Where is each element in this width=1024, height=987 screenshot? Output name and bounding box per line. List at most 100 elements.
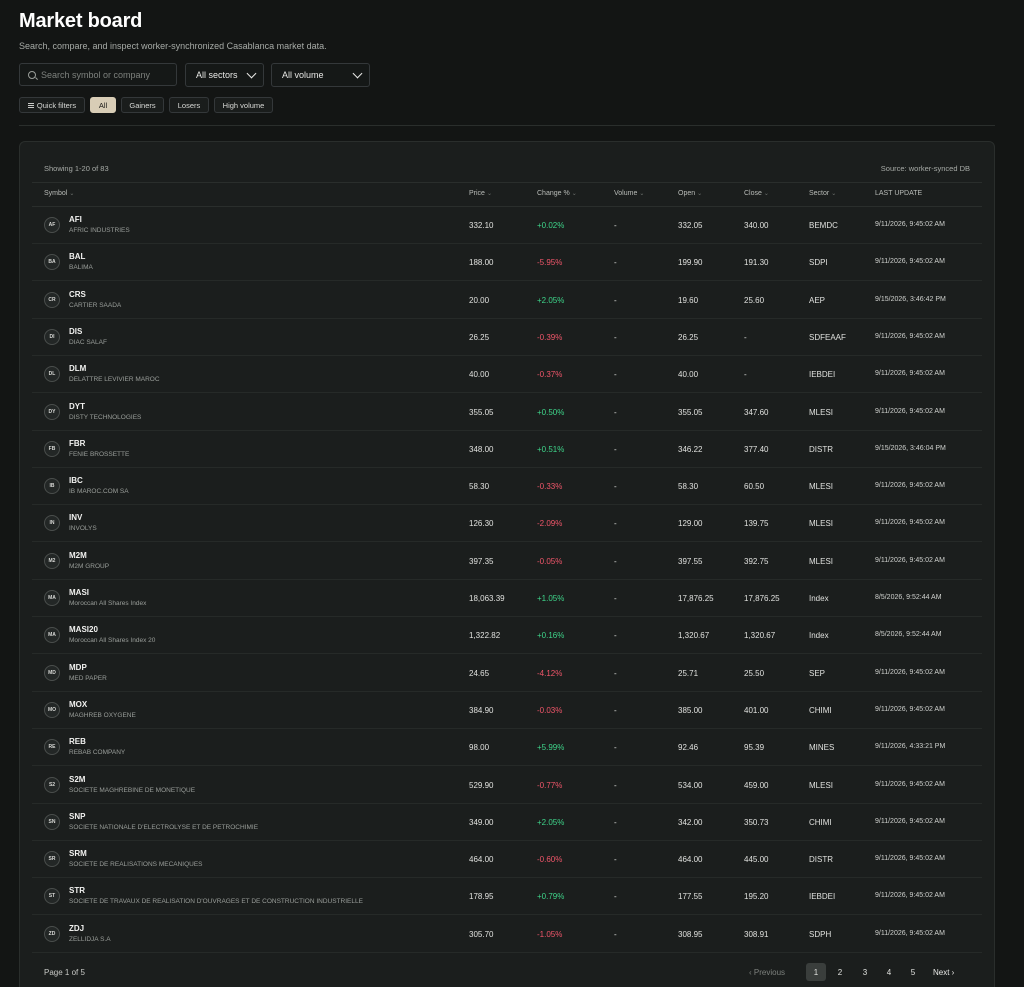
chip-losers[interactable]: Losers	[169, 97, 209, 113]
page-button-1[interactable]: 1	[806, 963, 826, 981]
column-header-sector[interactable]: Sector ⌄	[809, 190, 836, 197]
table-row[interactable]: DL DLM DELATTRE LEVIVIER MAROC 40.00 -0.37% -…	[32, 356, 982, 394]
table-row[interactable]: IB IBC IB MAROC.COM SA 58.30 -0.33% - 58.30 60.…	[32, 468, 982, 506]
symbol-avatar: RE	[44, 739, 60, 756]
table-row[interactable]: DI DIS DIAC SALAF 26.25 -0.39% - 26.25 - SDFEAAF…	[32, 319, 982, 356]
cell-open: 385.00	[678, 705, 703, 715]
cell-sector: IEBDEI	[809, 892, 836, 902]
table-row[interactable]: MD MDP MED PAPER 24.65 -4.12% - 25.71 25.50 SEP 9…	[32, 655, 982, 692]
table-row[interactable]: RE REB REBAB COMPANY 98.00 +5.99% - 92.46 95.39…	[32, 729, 982, 767]
cell-open: 129.00	[678, 519, 703, 529]
previous-page-button[interactable]: ‹ Previous	[749, 968, 785, 977]
cell-change: +2.05%	[537, 295, 565, 305]
divider	[19, 125, 995, 126]
cell-updated: 9/11/2026, 9:45:02 AM	[875, 668, 945, 676]
column-header-open[interactable]: Open ⌄	[678, 190, 702, 197]
cell-change: -5.95%	[537, 258, 563, 268]
page-button-3[interactable]: 3	[855, 963, 875, 981]
table-row[interactable]: S2 S2M SOCIETE MAGHREBINE DE MONETIQUE 529.…	[32, 767, 982, 804]
cell-sector: CHIMI	[809, 705, 832, 715]
search-input[interactable]	[41, 69, 171, 80]
page-header: Market board	[19, 10, 142, 33]
cell-open: 92.46	[678, 743, 699, 753]
symbol-ticker: M2M	[69, 550, 87, 560]
page-button-2[interactable]: 2	[830, 963, 850, 981]
cell-price: 26.25	[469, 332, 490, 342]
cell-change: +0.50%	[537, 407, 565, 417]
symbol-ticker: S2M	[69, 774, 86, 784]
chip-all[interactable]: All	[90, 97, 116, 113]
cell-updated: 9/11/2026, 9:45:02 AM	[875, 780, 945, 788]
table-row[interactable]: FB FBR FENIE BROSSETTE 348.00 +0.51% - 346.22 3…	[32, 431, 982, 468]
cell-volume: -	[614, 407, 617, 417]
page-button-5[interactable]: 5	[903, 963, 923, 981]
column-header-change[interactable]: Change % ⌄	[537, 190, 577, 197]
cell-change: -0.33%	[537, 482, 563, 492]
table-row[interactable]: BA BAL BALIMA 188.00 -5.95% - 199.90 191.30 SDPI…	[32, 244, 982, 282]
table-row[interactable]: MO MOX MAGHREB OXYGENE 384.90 -0.03% - 385.00 4…	[32, 692, 982, 729]
symbol-avatar: S2	[44, 776, 60, 793]
cell-open: 397.55	[678, 556, 703, 566]
cell-open: 464.00	[678, 855, 703, 865]
table-row[interactable]: SN SNP SOCIETE NATIONALE D'ELECTROLYSE ET …	[32, 804, 982, 841]
quick-filters-button[interactable]: Quick filters	[19, 97, 85, 113]
cell-sector: MLESI	[809, 519, 834, 529]
column-header-symbol[interactable]: Symbol ⌄	[44, 190, 74, 197]
cell-updated: 8/5/2026, 9:52:44 AM	[875, 594, 942, 601]
cell-change: -0.60%	[537, 855, 563, 865]
cell-open: 58.30	[678, 482, 699, 492]
next-page-button[interactable]: Next ›	[933, 968, 954, 977]
cell-open: 40.00	[678, 370, 699, 380]
table-row[interactable]: IN INV INVOLYS 126.30 -2.09% - 129.00 139.75 MLE…	[32, 505, 982, 543]
cell-change: -1.05%	[537, 929, 563, 939]
company-name: ZELLIDJA S.A	[69, 935, 111, 943]
column-header-last-update[interactable]: LAST UPDATE	[875, 190, 922, 197]
company-name: INVOLYS	[69, 525, 97, 533]
column-header-volume[interactable]: Volume ⌄	[614, 190, 644, 197]
cell-updated: 9/11/2026, 9:45:02 AM	[875, 407, 945, 415]
table-row[interactable]: M2 M2M M2M GROUP 397.35 -0.05% - 397.55 392.75 M…	[32, 543, 982, 580]
cell-sector: Index	[809, 631, 829, 641]
cell-close: 340.00	[744, 221, 769, 230]
cell-volume: -	[614, 631, 617, 641]
column-label: Price	[469, 190, 485, 197]
cell-close: 1,320.67	[744, 631, 776, 641]
page-button-4[interactable]: 4	[879, 963, 899, 981]
table-row[interactable]: MA MASI20 Moroccan All Shares Index 20 1,32…	[32, 617, 982, 655]
cell-open: 177.55	[678, 892, 703, 902]
cell-updated: 9/11/2026, 9:45:02 AM	[875, 892, 945, 900]
table-row[interactable]: MA MASI Moroccan All Shares Index 18,063.39…	[32, 580, 982, 617]
search-box[interactable]	[19, 63, 177, 86]
company-name: DISTY TECHNOLOGIES	[69, 413, 142, 421]
column-header-price[interactable]: Price ⌄	[469, 190, 492, 197]
cell-open: 342.00	[678, 817, 703, 827]
cell-close: 139.75	[744, 519, 769, 529]
cell-change: +0.79%	[537, 892, 565, 902]
cell-change: -0.05%	[537, 556, 563, 566]
table-row[interactable]: AF AFI AFRIC INDUSTRIES 332.10 +0.02% - 332.05…	[32, 207, 982, 244]
cell-close: 401.00	[744, 705, 769, 715]
market-table-panel: Showing 1-20 of 83 Source: worker-synced…	[19, 141, 995, 987]
table-row[interactable]: DY DYT DISTY TECHNOLOGIES 355.05 +0.50% - 355.…	[32, 394, 982, 431]
table-row[interactable]: ZD ZDJ ZELLIDJA S.A 305.70 -1.05% - 308.95 308.…	[32, 916, 982, 953]
company-name: MAGHREB OXYGENE	[69, 711, 136, 719]
table-row[interactable]: SR SRM SOCIETE DE REALISATIONS MECANIQUES 4…	[32, 841, 982, 879]
volume-select[interactable]: All volume	[271, 63, 370, 87]
column-header-close[interactable]: Close ⌄	[744, 190, 769, 197]
cell-open: 26.25	[678, 332, 699, 342]
sort-icon: ⌄	[831, 191, 837, 197]
table-row[interactable]: CR CRS CARTIER SAADA 20.00 +2.05% - 19.60 25.60…	[32, 282, 982, 319]
table-row[interactable]: ST STR SOCIETE DE TRAVAUX DE REALISATION D…	[32, 878, 982, 916]
symbol-avatar: SN	[44, 813, 60, 830]
symbol-ticker: DLM	[69, 364, 87, 374]
chip-gainers[interactable]: Gainers	[121, 97, 164, 113]
company-name: REBAB COMPANY	[69, 749, 126, 757]
sort-icon: ⌄	[763, 191, 769, 197]
cell-sector: DISTR	[809, 855, 833, 865]
sector-select[interactable]: All sectors	[185, 63, 264, 87]
cell-close: -	[744, 332, 747, 342]
company-name: DIAC SALAF	[69, 338, 107, 346]
cell-close: 25.60	[744, 295, 765, 305]
cell-updated: 9/11/2026, 9:45:02 AM	[875, 705, 945, 713]
chip-high-volume[interactable]: High volume	[214, 97, 273, 113]
